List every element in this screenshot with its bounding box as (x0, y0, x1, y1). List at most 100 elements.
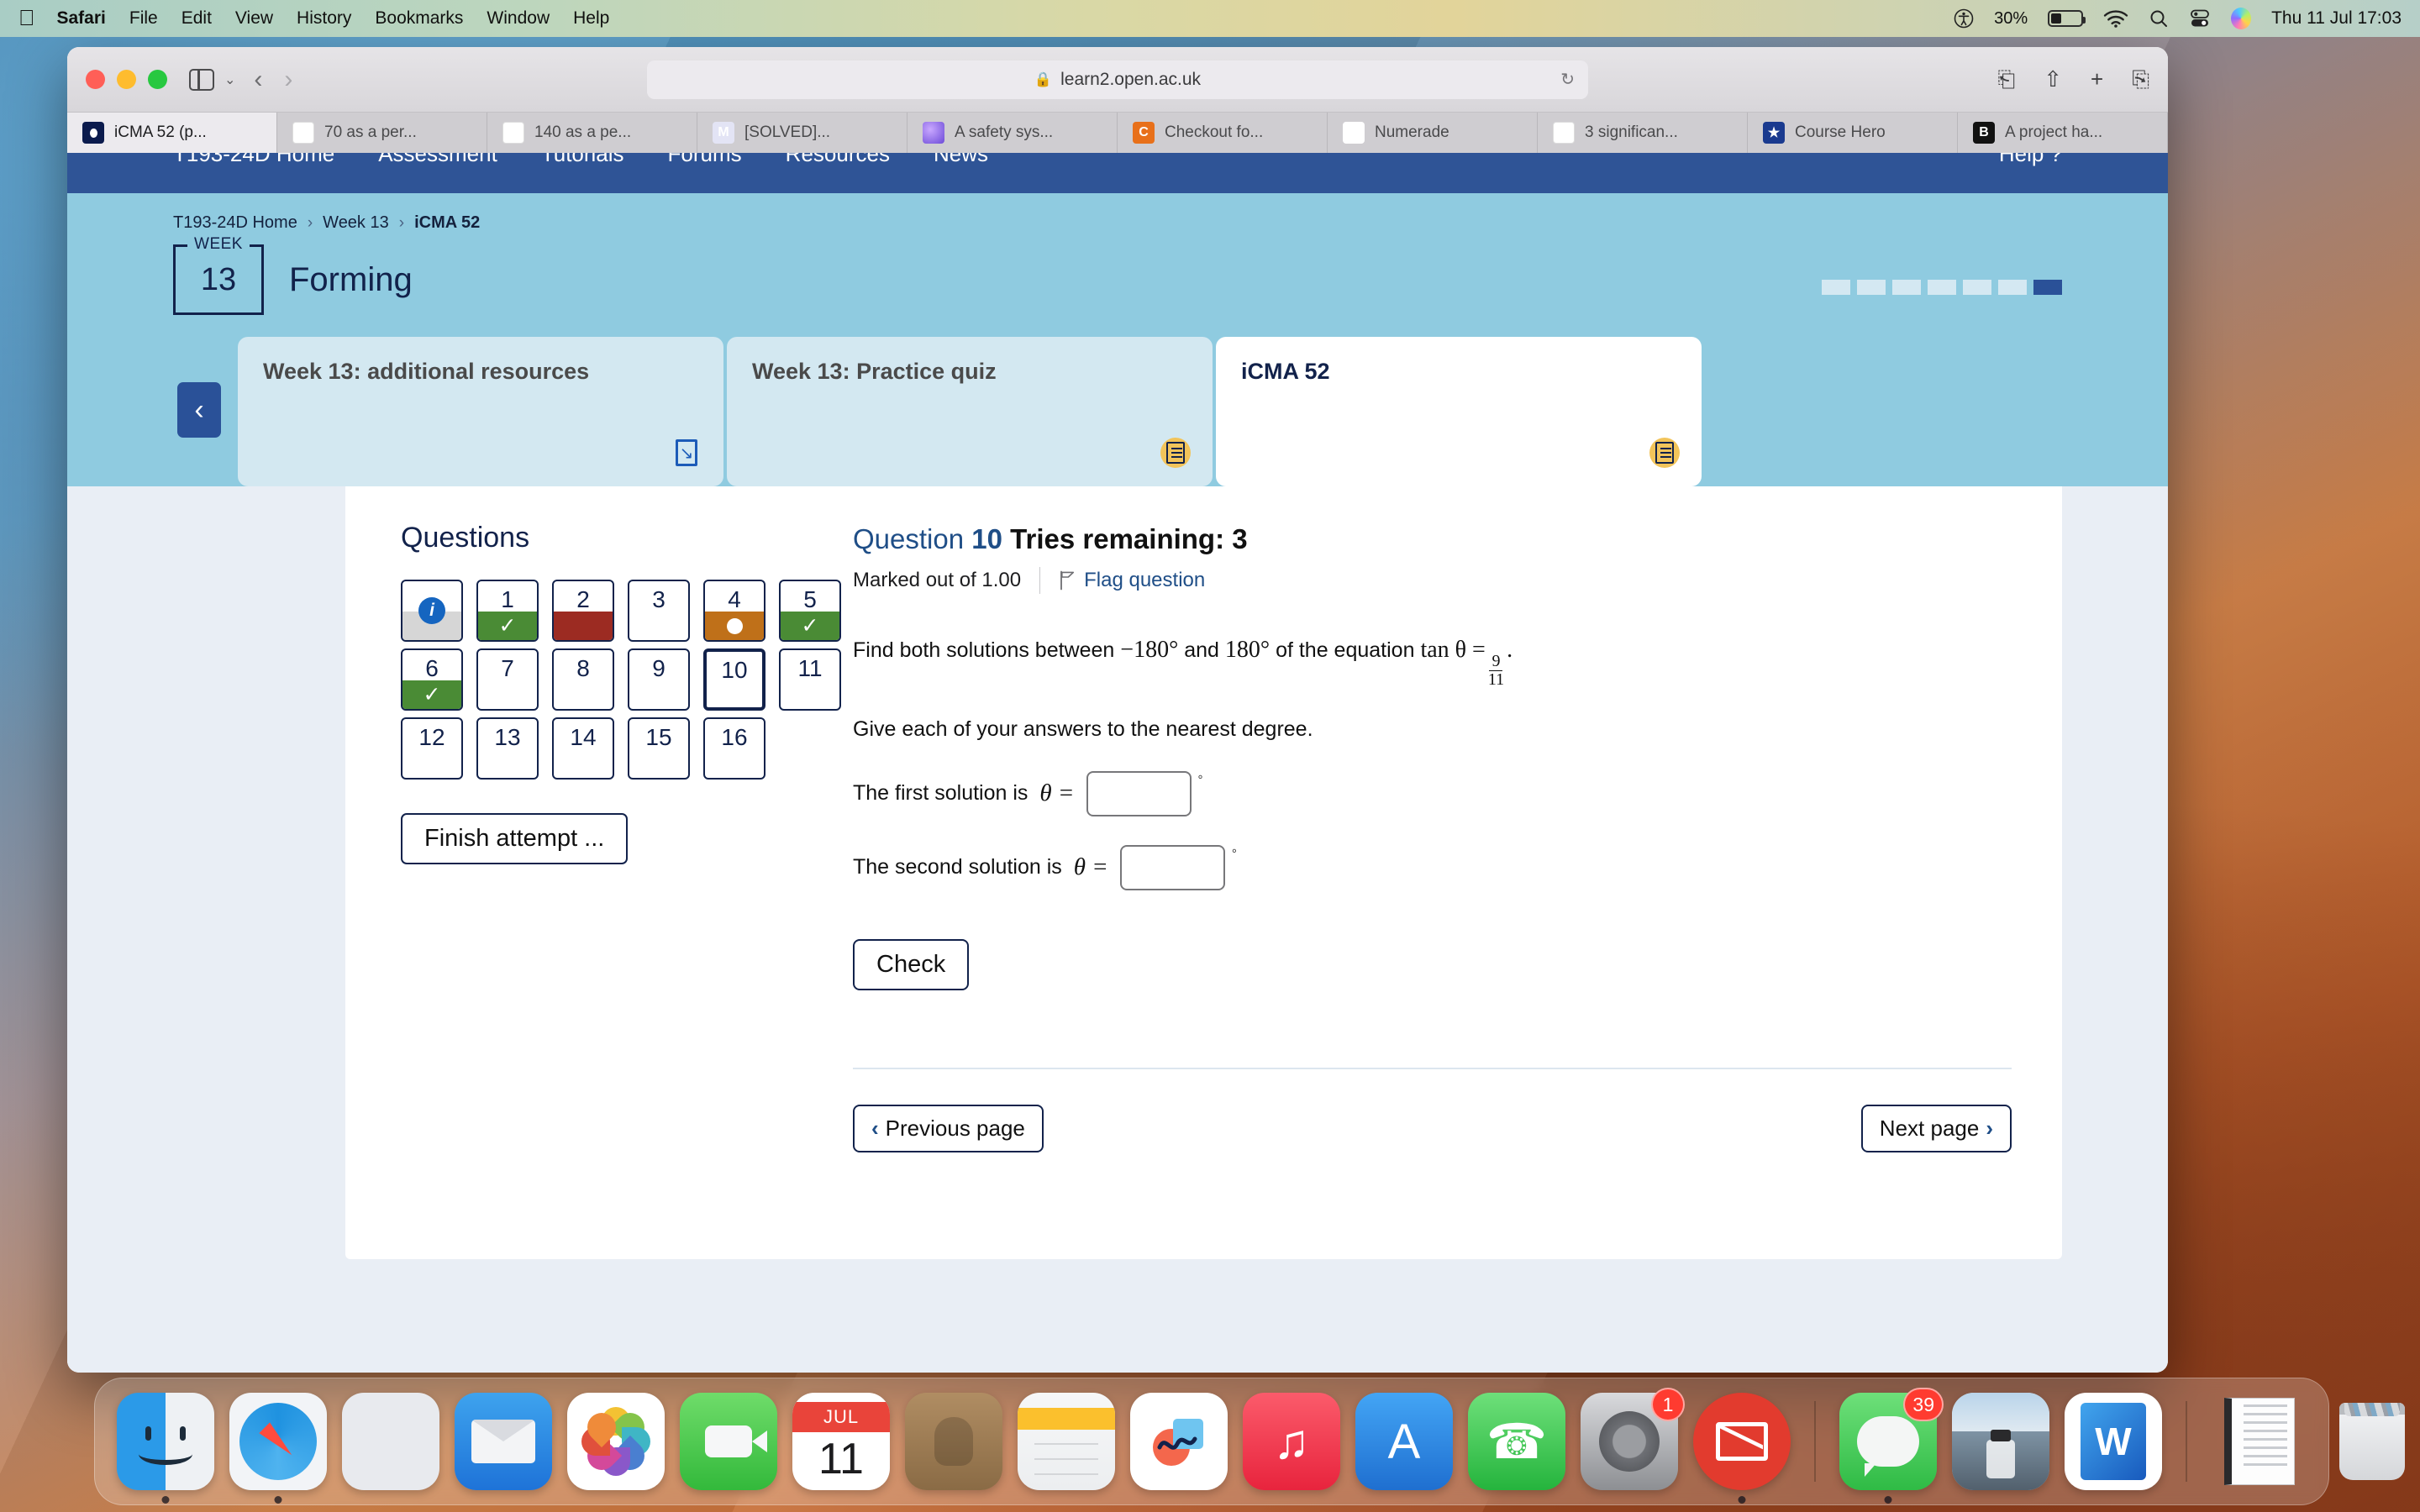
dock-item-finder[interactable] (117, 1393, 214, 1504)
question-link-1[interactable]: 1 ✓ (476, 580, 539, 642)
reload-icon[interactable]: ↻ (1560, 69, 1575, 90)
pagination-dot[interactable] (1892, 280, 1921, 295)
pagination-dot-active[interactable] (2033, 280, 2062, 295)
browser-tab[interactable]: G 70 as a per... (277, 113, 487, 153)
question-link-2[interactable]: 2 (552, 580, 614, 642)
pagination-dot[interactable] (1998, 280, 2027, 295)
first-solution-input[interactable] (1086, 770, 1192, 816)
dock-item-freeform[interactable] (1130, 1393, 1228, 1490)
dock-item-preview[interactable] (1952, 1393, 2049, 1490)
second-solution-input[interactable] (1119, 844, 1225, 890)
check-button[interactable]: Check (853, 938, 970, 990)
browser-tab[interactable]: G 3 significan... (1538, 113, 1748, 153)
menu-item-history[interactable]: History (297, 8, 351, 29)
pagination-dot[interactable] (1928, 280, 1956, 295)
menubar-clock[interactable]: Thu 11 Jul 17:03 (2271, 8, 2402, 29)
question-link-7[interactable]: 7 (476, 648, 539, 711)
close-window-button[interactable] (86, 70, 105, 89)
dock-item-music[interactable]: ♫ (1243, 1393, 1340, 1490)
nav-item-resources[interactable]: Resources (786, 153, 890, 167)
carousel-prev-button[interactable]: ‹ (177, 382, 221, 438)
carousel-pagination[interactable] (1822, 280, 2062, 295)
search-icon[interactable] (2149, 8, 2169, 29)
control-center-icon[interactable] (2189, 8, 2211, 29)
window-controls[interactable] (86, 70, 167, 89)
browser-tab[interactable]: M [SOLVED]... (697, 113, 908, 153)
pagination-dot[interactable] (1822, 280, 1850, 295)
question-link-11[interactable]: 11 (779, 648, 841, 711)
battery-icon[interactable] (2048, 10, 2086, 27)
dock-item-whatsapp[interactable]: ☎ (1468, 1393, 1565, 1490)
sidebar-toggle-icon[interactable] (189, 68, 214, 91)
nav-item-forums[interactable]: Forums (668, 153, 742, 167)
apple-menu-icon[interactable]:  (18, 7, 35, 29)
menu-item-window[interactable]: Window (487, 8, 550, 29)
question-link-6[interactable]: 6 ✓ (401, 648, 463, 711)
dock-item-word[interactable]: W (2065, 1393, 2162, 1490)
share-icon[interactable]: ⇧ (2044, 66, 2062, 92)
dock-item-calendar[interactable]: JUL 11 (792, 1393, 890, 1490)
chevron-down-icon[interactable]: ⌄ (224, 71, 235, 88)
dock-item-notes[interactable] (1018, 1393, 1115, 1490)
dock-item-safari[interactable] (229, 1393, 327, 1504)
breadcrumb-item-week[interactable]: Week 13 (323, 213, 389, 233)
menu-item-help[interactable]: Help (573, 8, 609, 29)
minimize-window-button[interactable] (117, 70, 136, 89)
dock-item-contacts[interactable] (905, 1393, 1002, 1490)
menu-item-safari[interactable]: Safari (57, 8, 106, 29)
address-bar[interactable]: 🔒 learn2.open.ac.uk ↻ (647, 60, 1588, 99)
nav-item-tutorials[interactable]: Tutorials (541, 153, 624, 167)
finish-attempt-button[interactable]: Finish attempt ... (401, 813, 629, 864)
browser-tab[interactable]: C Checkout fo... (1118, 113, 1328, 153)
menu-item-bookmarks[interactable]: Bookmarks (375, 8, 463, 29)
browser-tab[interactable]: N Numerade (1328, 113, 1538, 153)
back-button[interactable]: ‹ (254, 66, 262, 94)
previous-page-button[interactable]: ‹ Previous page (853, 1104, 1044, 1152)
wifi-icon[interactable] (2103, 9, 2128, 28)
dock-item-photos[interactable] (567, 1393, 665, 1490)
menu-item-edit[interactable]: Edit (182, 8, 212, 29)
nav-item-home[interactable]: T193-24D Home (173, 153, 334, 167)
menu-item-view[interactable]: View (235, 8, 273, 29)
nav-item-assessment[interactable]: Assessment (378, 153, 497, 167)
question-link-16[interactable]: 16 (703, 717, 765, 780)
browser-tab[interactable]: G 140 as a pe... (487, 113, 697, 153)
dock-item-appstore[interactable]: A (1355, 1393, 1453, 1490)
dock-item-messages[interactable]: 39 (1839, 1388, 1944, 1504)
dock-item-gmail[interactable] (1693, 1393, 1791, 1504)
question-link-13[interactable]: 13 (476, 717, 539, 780)
accessibility-icon[interactable] (1954, 8, 1974, 29)
browser-tab[interactable]: ★ Course Hero (1748, 113, 1958, 153)
browser-tab[interactable]: iCMA 52 (p... (67, 113, 277, 153)
question-link-4[interactable]: 4 (703, 580, 765, 642)
activity-card-icma52[interactable]: iCMA 52 (1216, 337, 1702, 486)
browser-tab[interactable]: A safety sys... (908, 113, 1118, 153)
activity-card-practice-quiz[interactable]: Week 13: Practice quiz (727, 337, 1213, 486)
question-link-15[interactable]: 15 (628, 717, 690, 780)
dock-item-trash[interactable] (2323, 1393, 2420, 1490)
nav-item-news[interactable]: News (934, 153, 988, 167)
dock-item-facetime[interactable] (680, 1393, 777, 1490)
siri-icon[interactable] (2231, 8, 2252, 29)
pagination-dot[interactable] (1963, 280, 1991, 295)
dock-item-document[interactable] (2211, 1393, 2308, 1490)
breadcrumb-item-home[interactable]: T193-24D Home (173, 213, 297, 233)
maximize-window-button[interactable] (148, 70, 167, 89)
question-link-10-current[interactable]: 10 (703, 648, 765, 711)
browser-tab[interactable]: B A project ha... (1958, 113, 2168, 153)
quiz-info-box[interactable]: i (401, 580, 463, 642)
downloads-icon[interactable]: ⎗ (1997, 66, 2015, 93)
question-link-5[interactable]: 5 ✓ (779, 580, 841, 642)
activity-card-resources[interactable]: Week 13: additional resources ↘ (238, 337, 723, 486)
tab-overview-icon[interactable]: ⎘ (2132, 66, 2149, 93)
new-tab-icon[interactable]: + (2091, 66, 2103, 92)
nav-item-help[interactable]: Help ? (1999, 153, 2062, 167)
question-link-12[interactable]: 12 (401, 717, 463, 780)
question-link-14[interactable]: 14 (552, 717, 614, 780)
question-link-8[interactable]: 8 (552, 648, 614, 711)
dock-item-settings[interactable]: 1 (1581, 1388, 1685, 1490)
forward-button[interactable]: › (284, 66, 292, 94)
flag-question-button[interactable]: Flag question (1059, 569, 1205, 592)
next-page-button[interactable]: Next page › (1860, 1104, 2012, 1152)
question-link-3[interactable]: 3 (628, 580, 690, 642)
